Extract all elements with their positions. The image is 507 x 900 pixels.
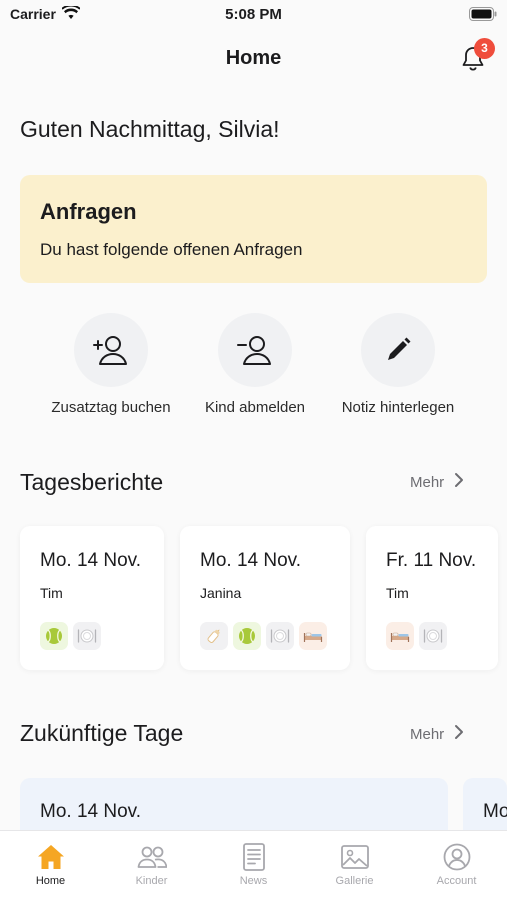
account-icon	[406, 843, 507, 871]
future-day-date: Mo. 14 Nov.	[40, 801, 142, 822]
chevron-right-icon	[454, 724, 464, 744]
tab-home-label: Home	[35, 875, 66, 887]
future-days-title: Zukünftige Tage	[20, 720, 184, 746]
tab-account-label: Account	[436, 875, 477, 887]
report-card[interactable]: Mo. 14 Nov. Janina	[180, 526, 350, 670]
pencil-icon	[361, 313, 435, 387]
users-icon	[101, 843, 202, 871]
baby-bottle-icon	[200, 622, 228, 650]
tab-kinder-label: Kinder	[135, 875, 168, 887]
report-child-name: Janina	[200, 585, 242, 601]
report-child-name: Tim	[386, 585, 409, 601]
daily-reports-title: Tagesberichte	[20, 469, 164, 495]
tennis-ball-icon	[40, 622, 68, 650]
report-card[interactable]: Fr. 11 Nov. Tim	[366, 526, 498, 670]
plate-cutlery-icon	[419, 622, 447, 650]
requests-title: Anfragen	[40, 199, 137, 224]
tab-gallerie-label: Gallerie	[335, 875, 374, 887]
tab-news-label: News	[239, 875, 268, 887]
book-extra-day-label: Zusatztag buchen	[51, 399, 171, 416]
tab-home[interactable]: Home	[0, 843, 101, 887]
tab-gallerie[interactable]: Gallerie	[304, 843, 405, 887]
page-title: Home	[225, 47, 282, 69]
future-days-more-link[interactable]: Mehr	[410, 724, 464, 744]
clock-time: 5:08 PM	[225, 6, 282, 23]
report-date: Mo. 14 Nov.	[200, 550, 302, 571]
tab-account[interactable]: Account	[406, 843, 507, 887]
home-icon	[0, 843, 101, 871]
notification-badge: 3	[474, 38, 495, 59]
report-date: Mo. 14 Nov.	[40, 550, 142, 571]
tennis-ball-icon	[233, 622, 261, 650]
report-card[interactable]: Mo. 14 Nov. Tim	[20, 526, 164, 670]
requests-subtitle: Du hast folgende offenen Anfragen	[40, 240, 303, 259]
plate-cutlery-icon	[73, 622, 101, 650]
future-days-more-label: Mehr	[410, 725, 445, 743]
add-note-label: Notiz hinterlegen	[341, 399, 455, 416]
report-date: Fr. 11 Nov.	[386, 550, 477, 571]
greeting-text: Guten Nachmittag, Silvia!	[20, 116, 280, 142]
future-day-date: Mo	[483, 801, 507, 822]
daily-reports-more-link[interactable]: Mehr	[410, 472, 464, 492]
future-day-card[interactable]: Mo. 14 Nov.	[20, 778, 448, 838]
tab-bar: Home Kinder News Gallerie Account	[0, 830, 507, 900]
tab-kinder[interactable]: Kinder	[101, 843, 202, 887]
battery-icon	[469, 7, 497, 26]
add-note-button[interactable]: Notiz hinterlegen	[323, 313, 473, 416]
bed-icon	[386, 622, 414, 650]
book-extra-day-button[interactable]: Zusatztag buchen	[36, 313, 186, 416]
bed-icon	[299, 622, 327, 650]
deregister-child-label: Kind abmelden	[204, 399, 306, 416]
report-child-name: Tim	[40, 585, 63, 601]
image-icon	[304, 843, 405, 871]
chevron-right-icon	[454, 472, 464, 492]
user-minus-icon	[218, 313, 292, 387]
status-bar: Carrier 5:08 PM	[0, 0, 507, 30]
future-day-card[interactable]: Mo	[463, 778, 507, 838]
user-plus-icon	[74, 313, 148, 387]
daily-reports-more-label: Mehr	[410, 473, 445, 491]
document-icon	[203, 843, 304, 871]
deregister-child-button[interactable]: Kind abmelden	[180, 313, 330, 416]
requests-card[interactable]: Anfragen Du hast folgende offenen Anfrag…	[20, 175, 487, 283]
plate-cutlery-icon	[266, 622, 294, 650]
tab-news[interactable]: News	[203, 843, 304, 887]
